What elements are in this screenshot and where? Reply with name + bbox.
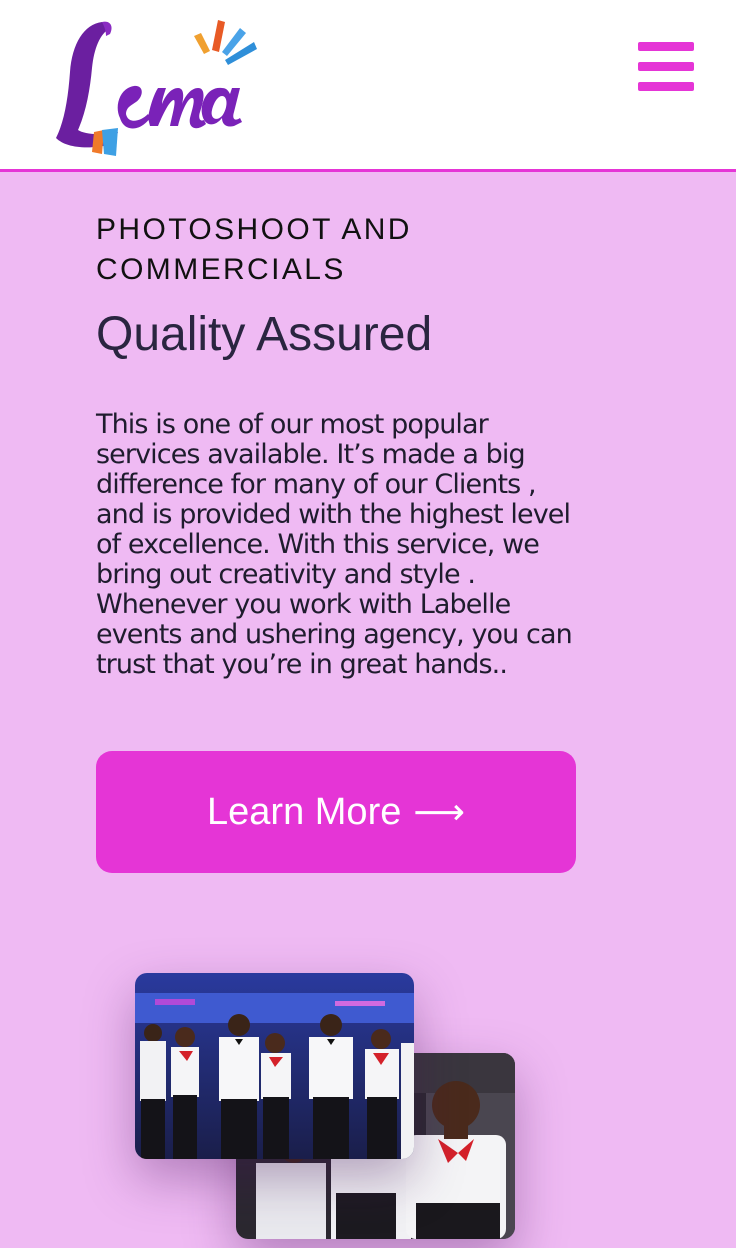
arrow-right-icon: ⟶ [413,791,465,833]
menu-bar [638,62,694,71]
hamburger-menu-icon[interactable] [636,40,696,94]
section-eyebrow: PHOTOSHOOT AND COMMERCIALS [96,213,412,286]
learn-more-button[interactable]: Learn More ⟶ [96,751,576,873]
section-description: This is one of our most popular services… [96,409,573,680]
brand-logo[interactable] [44,14,264,162]
group-photo-ushers [135,973,414,1159]
site-header [0,0,736,172]
learn-more-label: Learn More [207,790,402,833]
menu-bar [638,82,694,91]
menu-bar [638,42,694,51]
section-headline: Quality Assured [96,308,433,361]
